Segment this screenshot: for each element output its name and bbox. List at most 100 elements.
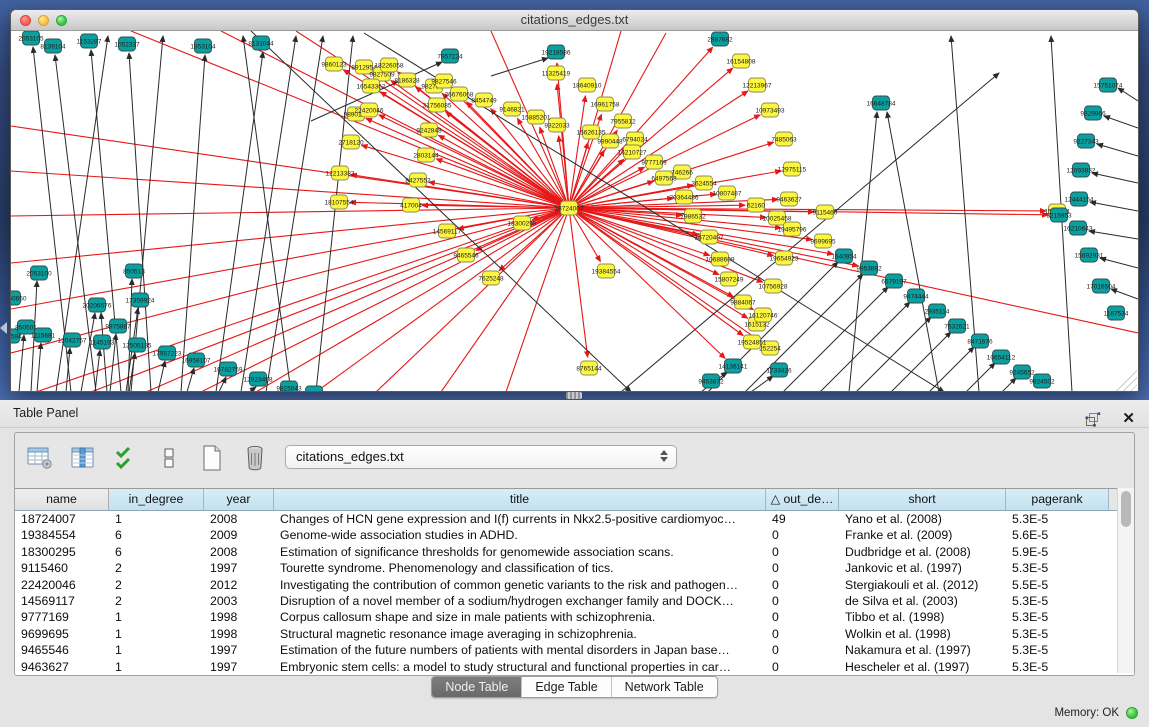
citation-edge-black[interactable] [1089,231,1138,239]
new-table-icon[interactable] [197,443,227,473]
table-row[interactable]: 1938455462009Genome-wide association stu… [15,527,1134,543]
table-row[interactable]: 969969511998Structural magnetic resonanc… [15,626,1134,642]
collapse-left-splitter-icon[interactable] [0,322,7,334]
citation-edge-black[interactable] [891,332,951,392]
float-panel-icon[interactable] [1078,404,1108,434]
select-all-icon[interactable] [111,443,141,473]
table-cell: 2003 [204,593,274,609]
table-row[interactable]: 1830029562008Estimation of significance … [15,544,1134,560]
table-selector-dropdown[interactable]: citations_edges.txt [285,445,677,469]
citation-edge-black[interactable] [929,347,974,392]
citation-edge-black[interactable] [1002,378,1016,392]
table-row[interactable]: 946362711997Embryonic stem cells: a mode… [15,659,1134,675]
citation-edge-black[interactable] [751,376,773,392]
citation-edge-red[interactable] [557,63,569,208]
table-cell: 5.3E-5 [1006,560,1109,576]
citation-edge-red[interactable] [201,208,569,392]
table-cell: 0 [766,577,839,593]
table-row[interactable]: 1456911722003Disruption of a novel membe… [15,593,1134,609]
table-mode-icon[interactable] [25,443,55,473]
table-cell: 0 [766,593,839,609]
table-row[interactable]: 946554611997Estimation of the future num… [15,642,1134,658]
tab-node-table[interactable]: Node Table [432,677,522,697]
citation-edge-black[interactable] [1097,144,1138,156]
citation-edge-black[interactable] [491,58,548,76]
citation-edge-black[interactable] [1090,202,1138,211]
table-cell: Corpus callosum shape and size in male p… [274,609,766,625]
citation-edge-black[interactable] [820,302,910,392]
memory-status-icon[interactable] [1126,707,1138,719]
table-selector-value: citations_edges.txt [296,449,404,464]
table-cell: 0 [766,544,839,560]
citation-edge-black[interactable] [216,52,263,392]
citation-edge-black[interactable] [219,377,226,392]
graph-node-label: 7986532 [680,213,706,220]
citation-edge-red[interactable] [569,96,585,208]
citation-edge-black[interactable] [1104,116,1138,128]
graph-node-teal[interactable] [306,386,323,392]
table-cell: 0 [766,527,839,543]
table-scrollbar-thumb[interactable] [1121,491,1131,527]
panel-splitter-handle[interactable] [566,392,582,399]
citation-edge-black[interactable] [887,112,939,392]
citation-edge-red[interactable] [11,208,569,263]
graph-node-label: 1153287 [77,38,102,45]
graph-node-label: 2053100 [26,270,52,277]
citation-edge-red[interactable] [569,208,588,357]
citation-edge-black[interactable] [621,73,999,392]
citation-edge-black[interactable] [1118,88,1138,101]
graph-node-label: 19218586 [542,49,571,56]
citation-edge-black[interactable] [849,112,877,392]
column-header-pagerank[interactable]: pagerank [1006,489,1109,510]
citation-edge-black[interactable] [856,317,931,392]
desktop-background: citations_edges.txt 62160252254391594417… [0,0,1149,400]
citation-edge-black[interactable] [745,274,863,392]
column-header-indegree[interactable]: in_degree [109,489,204,510]
graph-node-label: 8454749 [471,97,497,104]
citation-edge-red[interactable] [439,135,569,208]
citation-edge-red[interactable] [11,208,569,216]
citation-edge-black[interactable] [1092,173,1138,183]
graph-node-label: 9827546 [431,78,457,85]
graph-node-label: 9884067 [730,299,756,306]
table-row[interactable]: 977716911998Corpus callosum shape and si… [15,609,1134,625]
citation-edge-black[interactable] [181,55,205,392]
citation-edge-black[interactable] [19,335,24,392]
table-row[interactable]: 2242004622012Investigating the contribut… [15,577,1134,593]
citation-edge-black[interactable] [37,343,41,392]
column-header-short[interactable]: short [839,489,1006,510]
citation-edge-black[interactable] [966,363,995,392]
citation-edge-black[interactable] [243,36,291,392]
table-row[interactable]: 911546021997Tourette syndrome. Phenomeno… [15,560,1134,576]
tab-network-table[interactable]: Network Table [612,677,717,697]
citation-edge-black[interactable] [249,387,256,392]
column-header-name[interactable]: name [15,489,109,510]
graph-node-label: 6679197 [881,278,907,285]
table-cell: Tourette syndrome. Phenomenology and cla… [274,560,766,576]
network-canvas[interactable]: 6216025225439159441700474626685050185051… [11,31,1138,392]
graph-node-label: 7957224 [437,53,463,60]
graph-node-label: 14136141 [719,363,748,370]
table-scrollbar[interactable] [1117,488,1134,673]
close-panel-icon[interactable]: ✕ [1122,410,1135,428]
column-header-outde[interactable]: △ out_de… [766,489,839,510]
citation-edge-red[interactable] [376,208,569,392]
citation-edge-black[interactable] [187,368,194,392]
clear-selection-icon[interactable] [154,443,184,473]
delete-rows-icon[interactable] [240,443,270,473]
table-row[interactable]: 1872400712008Changes of HCN gene express… [15,511,1134,527]
tab-edge-table[interactable]: Edge Table [522,677,611,697]
show-columns-icon[interactable] [68,443,98,473]
network-window-titlebar[interactable]: citations_edges.txt [11,10,1138,31]
citation-edge-black[interactable] [1111,289,1138,299]
table-cell: Estimation of significance thresholds fo… [274,544,766,560]
citation-graph[interactable]: 6216025225439159441700474626685050185051… [11,31,1138,392]
column-header-year[interactable]: year [204,489,274,510]
citation-edge-black[interactable] [1100,258,1138,268]
citation-edge-red[interactable] [11,208,569,309]
table-cell: 6 [109,544,204,560]
citation-edge-red[interactable] [91,208,569,392]
citation-edge-red[interactable] [366,118,569,208]
column-header-title[interactable]: title [274,489,766,510]
graph-node-label: 1640954 [831,253,857,260]
